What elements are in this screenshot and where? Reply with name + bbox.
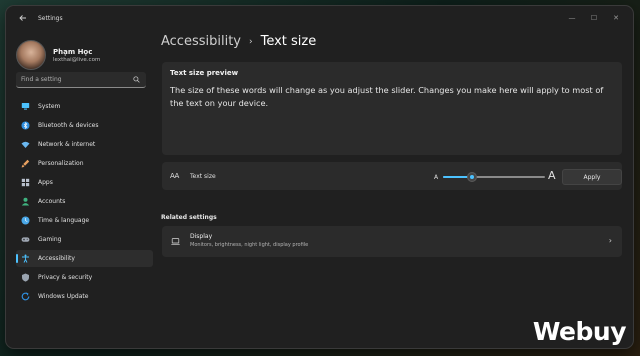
sidebar-item-accessibility[interactable]: Accessibility: [16, 250, 153, 267]
page-title: Text size: [260, 34, 317, 49]
monitor-icon: [21, 103, 30, 110]
apps-icon: [21, 178, 30, 187]
brush-icon: [21, 159, 30, 168]
person-icon: [21, 197, 30, 206]
display-link[interactable]: Display Monitors, brightness, night ligh…: [162, 226, 622, 257]
window-title: Settings: [38, 14, 63, 22]
maximize-button[interactable]: ☐: [583, 6, 605, 30]
window-controls: — ☐ ✕: [561, 6, 627, 30]
sidebar-item-apps[interactable]: Apps: [16, 174, 153, 191]
sidebar-item-privacy-security[interactable]: Privacy & security: [16, 269, 153, 286]
accessibility-icon: [22, 254, 29, 263]
breadcrumb: Accessibility › Text size: [161, 34, 316, 49]
wifi-icon: [21, 141, 30, 148]
text-size-icon: AA: [170, 172, 179, 180]
main-content: Accessibility › Text size Text size prev…: [156, 30, 633, 348]
chevron-right-icon: ›: [608, 236, 612, 245]
sidebar-item-label: Time & language: [38, 217, 90, 224]
text-size-preview-card: Text size preview The size of these word…: [162, 62, 622, 155]
settings-window: Settings — ☐ ✕ Phạm Học lexthai@live.com…: [6, 6, 633, 348]
arrow-left-icon: [19, 15, 26, 21]
sidebar-item-label: Apps: [38, 179, 53, 186]
user-profile[interactable]: Phạm Học lexthai@live.com: [16, 40, 100, 70]
back-button[interactable]: [12, 7, 34, 29]
sidebar-nav: System Bluetooth & devices Network & inter…: [16, 98, 153, 307]
sidebar-item-bluetooth-devices[interactable]: Bluetooth & devices: [16, 117, 153, 134]
search-input[interactable]: [16, 75, 123, 84]
sidebar-item-label: Windows Update: [38, 293, 89, 300]
globe-clock-icon: [21, 216, 30, 225]
sidebar-item-personalization[interactable]: Personalization: [16, 155, 153, 172]
related-settings-heading: Related settings: [161, 214, 217, 221]
laptop-icon: [171, 238, 180, 245]
sidebar-item-label: Personalization: [38, 160, 84, 167]
avatar: [16, 40, 46, 70]
user-info: Phạm Học lexthai@live.com: [53, 48, 100, 63]
sidebar-item-network-internet[interactable]: Network & internet: [16, 136, 153, 153]
text-size-label: Text size: [190, 173, 216, 180]
watermark: Webuy: [532, 317, 627, 346]
display-title: Display: [190, 233, 213, 240]
sidebar-item-time-language[interactable]: Time & language: [16, 212, 153, 229]
sidebar-item-system[interactable]: System: [16, 98, 153, 115]
sidebar-item-label: Accessibility: [38, 255, 75, 262]
slider-thumb[interactable]: [466, 172, 477, 182]
sidebar-item-label: Gaming: [38, 236, 62, 243]
slider-min-label: A: [434, 174, 439, 181]
sidebar-item-label: System: [38, 103, 61, 110]
breadcrumb-parent[interactable]: Accessibility: [161, 34, 241, 49]
sidebar-item-label: Accounts: [38, 198, 66, 205]
sidebar-item-gaming[interactable]: Gaming: [16, 231, 153, 248]
user-email: lexthai@live.com: [53, 56, 101, 63]
breadcrumb-separator: ›: [249, 36, 253, 47]
bluetooth-icon: [21, 121, 30, 130]
user-name: Phạm Học: [53, 47, 93, 56]
update-icon: [21, 292, 30, 301]
search-icon[interactable]: [133, 76, 140, 83]
apply-button[interactable]: Apply: [562, 169, 622, 185]
sidebar-item-windows-update[interactable]: Windows Update: [16, 288, 153, 305]
title-bar: Settings — ☐ ✕: [6, 6, 633, 30]
controller-icon: [21, 237, 30, 242]
sidebar: Phạm Học lexthai@live.com System Bluetoot…: [6, 30, 156, 348]
text-size-slider[interactable]: [443, 172, 545, 182]
close-button[interactable]: ✕: [605, 6, 627, 30]
sidebar-item-label: Network & internet: [38, 141, 96, 148]
sidebar-item-label: Privacy & security: [38, 274, 93, 281]
display-subtitle: Monitors, brightness, night light, displ…: [190, 242, 309, 248]
search-box[interactable]: [16, 72, 146, 88]
preview-text: The size of these words will change as y…: [170, 85, 604, 108]
sidebar-item-accounts[interactable]: Accounts: [16, 193, 153, 210]
minimize-button[interactable]: —: [561, 6, 583, 30]
sidebar-item-label: Bluetooth & devices: [38, 122, 99, 129]
preview-title: Text size preview: [170, 69, 239, 77]
slider-max-label: A: [548, 169, 556, 182]
shield-icon: [22, 273, 29, 282]
text-size-setting: AA Text size A A Apply: [162, 162, 622, 190]
